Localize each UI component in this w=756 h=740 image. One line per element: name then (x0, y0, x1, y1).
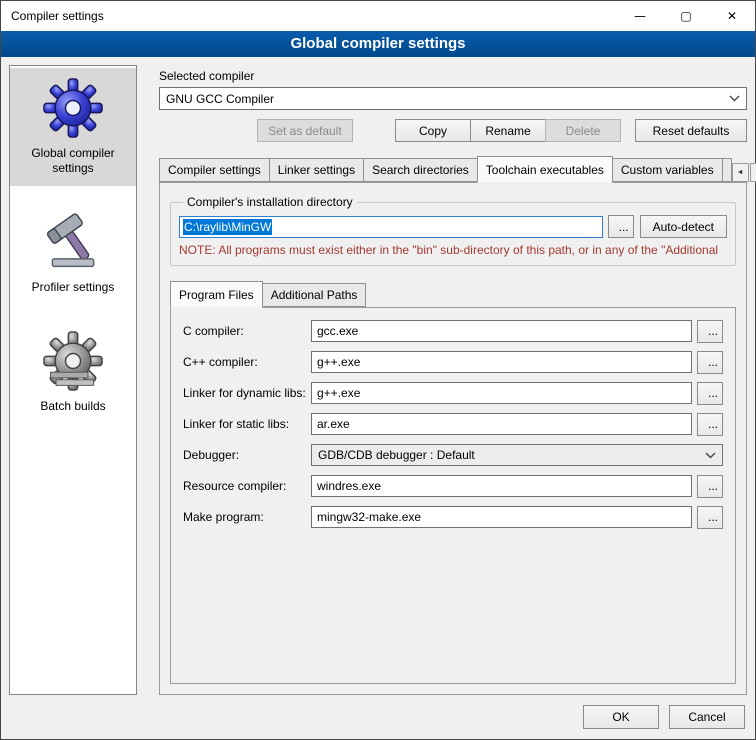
c-compiler-value: gcc.exe (317, 324, 358, 338)
tab-additional-paths[interactable]: Additional Paths (262, 283, 367, 307)
c-compiler-label: C compiler: (183, 324, 311, 338)
ok-button[interactable]: OK (583, 705, 659, 729)
resource-compiler-row: Resource compiler: windres.exe ... (183, 475, 723, 497)
auto-detect-button[interactable]: Auto-detect (640, 215, 727, 238)
debugger-dropdown[interactable]: GDB/CDB debugger : Default (311, 444, 723, 466)
cpp-compiler-value: g++.exe (317, 355, 360, 369)
compiler-actions: Set as default Copy Rename Delete Reset … (159, 119, 747, 142)
main-panel: Selected compiler GNU GCC Compiler Set a… (149, 65, 747, 695)
cpp-compiler-row: C++ compiler: g++.exe ... (183, 351, 723, 373)
make-program-input[interactable]: mingw32-make.exe (311, 506, 692, 528)
window-controls: — ▢ ✕ (617, 1, 755, 31)
installation-directory-input[interactable]: C:\raylib\MinGW (179, 216, 603, 238)
selected-compiler-dropdown[interactable]: GNU GCC Compiler (159, 87, 747, 110)
sidebar-item-batch-builds[interactable]: Batch builds (10, 321, 136, 424)
debugger-value: GDB/CDB debugger : Default (318, 448, 705, 462)
tab-scroll-left-icon[interactable]: ◄ (732, 163, 749, 182)
program-files-tabstrip: Program Files Additional Paths (170, 281, 736, 307)
static-linker-browse-button[interactable]: ... (697, 413, 723, 436)
tab-scroll-arrows: ◄ ► (731, 163, 756, 182)
cpp-compiler-label: C++ compiler: (183, 355, 311, 369)
sidebar-item-profiler-settings[interactable]: Profiler settings (10, 202, 136, 305)
selected-compiler-value: GNU GCC Compiler (166, 92, 723, 106)
maximize-button[interactable]: ▢ (663, 1, 709, 31)
browse-directory-button[interactable]: ... (608, 215, 634, 238)
tab-toolchain-executables[interactable]: Toolchain executables (477, 156, 613, 183)
minimize-button[interactable]: — (617, 1, 663, 31)
category-sidebar: Global compiler settings Profiler settin… (9, 65, 137, 695)
debugger-label: Debugger: (183, 448, 311, 462)
bin-subdirectory-note: NOTE: All programs must exist either in … (179, 243, 727, 257)
profiler-hammer-icon (43, 212, 103, 272)
installation-directory-title: Compiler's installation directory (183, 195, 357, 209)
sidebar-item-label: Profiler settings (32, 280, 115, 295)
tab-scroll-right-icon[interactable]: ► (750, 163, 756, 182)
c-compiler-input[interactable]: gcc.exe (311, 320, 692, 342)
static-linker-row: Linker for static libs: ar.exe ... (183, 413, 723, 435)
dynamic-linker-value: g++.exe (317, 386, 360, 400)
static-linker-label: Linker for static libs: (183, 417, 311, 431)
delete-button: Delete (545, 119, 621, 142)
settings-tabstrip: Compiler settings Linker settings Search… (159, 156, 747, 182)
set-as-default-button: Set as default (257, 119, 353, 142)
tab-linker-settings[interactable]: Linker settings (269, 158, 364, 182)
dialog-body: Global compiler settings Profiler settin… (1, 57, 755, 703)
toolchain-executables-page: Compiler's installation directory C:\ray… (159, 182, 747, 695)
installation-directory-row: C:\raylib\MinGW ... Auto-detect (179, 215, 727, 238)
dialog-header: Global compiler settings (1, 31, 755, 57)
installation-directory-value: C:\raylib\MinGW (183, 219, 272, 235)
cpp-compiler-input[interactable]: g++.exe (311, 351, 692, 373)
dynamic-linker-input[interactable]: g++.exe (311, 382, 692, 404)
batch-builds-gear-icon (43, 331, 103, 391)
compiler-settings-window: Compiler settings — ▢ ✕ Global compiler … (0, 0, 756, 740)
dynamic-linker-label: Linker for dynamic libs: (183, 386, 311, 400)
sidebar-item-label: Batch builds (40, 399, 105, 414)
tab-search-directories[interactable]: Search directories (363, 158, 478, 182)
dynamic-linker-browse-button[interactable]: ... (697, 382, 723, 405)
chevron-down-icon (705, 448, 716, 462)
window-title: Compiler settings (1, 9, 104, 23)
resource-compiler-input[interactable]: windres.exe (311, 475, 692, 497)
titlebar: Compiler settings — ▢ ✕ (1, 1, 755, 31)
sidebar-item-label: Global compiler settings (14, 146, 132, 176)
program-files-page: C compiler: gcc.exe ... C++ compiler: g+… (170, 307, 736, 684)
resource-compiler-label: Resource compiler: (183, 479, 311, 493)
compiler-gear-icon (43, 78, 103, 138)
dynamic-linker-row: Linker for dynamic libs: g++.exe ... (183, 382, 723, 404)
make-program-value: mingw32-make.exe (317, 510, 421, 524)
cancel-button[interactable]: Cancel (669, 705, 745, 729)
reset-defaults-button[interactable]: Reset defaults (635, 119, 747, 142)
tab-program-files[interactable]: Program Files (170, 281, 263, 308)
cpp-compiler-browse-button[interactable]: ... (697, 351, 723, 374)
chevron-down-icon (729, 95, 740, 102)
make-program-label: Make program: (183, 510, 311, 524)
c-compiler-browse-button[interactable]: ... (697, 320, 723, 343)
dialog-footer: OK Cancel (1, 703, 755, 739)
resource-compiler-value: windres.exe (317, 479, 381, 493)
debugger-row: Debugger: GDB/CDB debugger : Default (183, 444, 723, 466)
tab-custom-variables[interactable]: Custom variables (612, 158, 723, 182)
tab-compiler-settings[interactable]: Compiler settings (159, 158, 270, 182)
close-button[interactable]: ✕ (709, 1, 755, 31)
c-compiler-row: C compiler: gcc.exe ... (183, 320, 723, 342)
static-linker-input[interactable]: ar.exe (311, 413, 692, 435)
installation-directory-groupbox: Compiler's installation directory C:\ray… (170, 195, 736, 266)
make-program-row: Make program: mingw32-make.exe ... (183, 506, 723, 528)
resource-compiler-browse-button[interactable]: ... (697, 475, 723, 498)
selected-compiler-label: Selected compiler (159, 69, 747, 83)
rename-button[interactable]: Rename (470, 119, 546, 142)
static-linker-value: ar.exe (317, 417, 350, 431)
copy-button[interactable]: Copy (395, 119, 471, 142)
tab-build-options[interactable]: Build (722, 158, 732, 182)
make-program-browse-button[interactable]: ... (697, 506, 723, 529)
sidebar-item-global-compiler-settings[interactable]: Global compiler settings (10, 68, 136, 186)
